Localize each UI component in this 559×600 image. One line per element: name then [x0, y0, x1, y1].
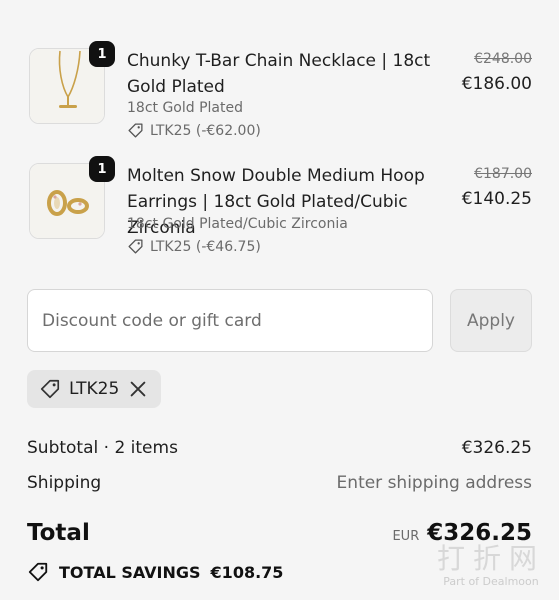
product-name: Chunky T-Bar Chain Necklace | 18ct Gold …: [127, 51, 431, 97]
cart-item: 1 Chunky T-Bar Chain Necklace | 18ct Gol…: [27, 41, 532, 148]
applied-discount-code: LTK25: [69, 379, 120, 399]
discount-code-input[interactable]: [27, 289, 433, 352]
savings-label: TOTAL SAVINGS: [59, 562, 201, 582]
total-savings: TOTAL SAVINGS €108.75: [27, 561, 283, 583]
product-variant: 18ct Gold Plated/Cubic Zirconia: [127, 216, 348, 232]
subtotal-row: Subtotal · 2 items €326.25: [27, 438, 532, 458]
product-variant: 18ct Gold Plated: [127, 100, 243, 116]
tag-icon: [40, 379, 60, 399]
remove-discount-icon[interactable]: [127, 378, 149, 400]
shipping-value: Enter shipping address: [336, 473, 532, 493]
subtotal-value: €326.25: [461, 438, 532, 458]
item-discount: LTK25 (-€62.00): [127, 122, 261, 139]
tag-icon: [128, 239, 143, 254]
subtotal-label: Subtotal · 2 items: [27, 438, 178, 458]
currency-code: EUR: [392, 529, 420, 544]
item-discount: LTK25 (-€46.75): [127, 238, 261, 255]
original-price: €187.00: [474, 166, 532, 182]
shipping-label: Shipping: [27, 473, 102, 493]
item-price: €186.00: [461, 74, 532, 94]
watermark: 打折网 Part of Dealmoon: [437, 537, 545, 588]
original-price: €248.00: [474, 51, 532, 67]
watermark-subtitle: Part of Dealmoon: [443, 575, 539, 588]
apply-button[interactable]: Apply: [450, 289, 532, 352]
quantity-badge: 1: [89, 41, 115, 67]
shipping-row: Shipping Enter shipping address: [27, 473, 532, 493]
cart-item: 1 Molten Snow Double Medium Hoop Earring…: [27, 156, 532, 263]
tag-icon: [28, 562, 48, 582]
total-label: Total: [27, 520, 90, 546]
watermark-title: 打折网: [436, 542, 545, 575]
applied-discount-chip: LTK25: [27, 370, 162, 408]
item-discount-text: LTK25 (-€62.00): [150, 122, 261, 139]
tag-icon: [128, 123, 143, 138]
item-discount-text: LTK25 (-€46.75): [150, 238, 261, 255]
item-price: €140.25: [461, 189, 532, 209]
savings-value: €108.75: [210, 562, 284, 582]
quantity-badge: 1: [89, 156, 115, 182]
